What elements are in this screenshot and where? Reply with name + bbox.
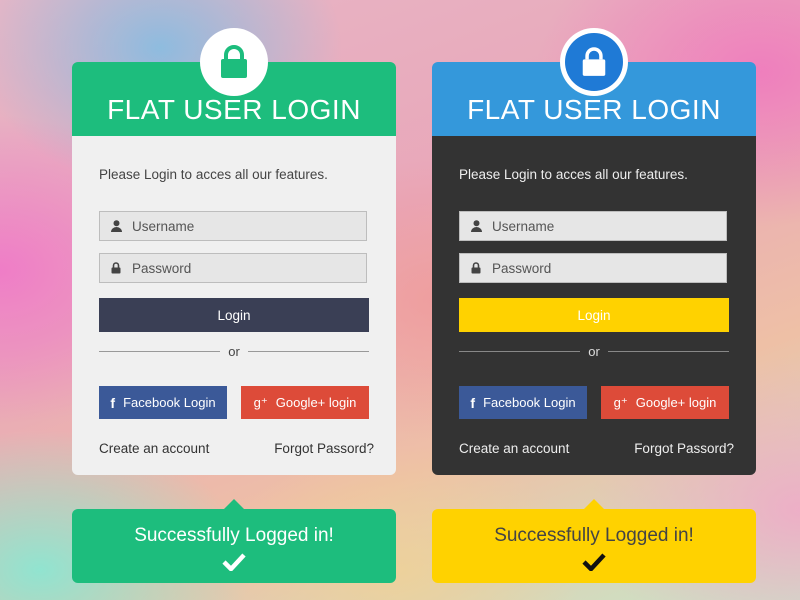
forgot-password-link[interactable]: Forgot Passord? [274,441,374,456]
google-login-button[interactable]: g⁺ Google+ login [601,386,729,419]
facebook-label: Facebook Login [123,395,216,410]
success-toast-green: Successfully Logged in! [72,499,396,583]
or-divider: or [459,343,729,359]
login-button[interactable]: Login [99,298,369,332]
card-body: Please Login to acces all our features. … [72,136,396,475]
password-input[interactable] [132,260,352,276]
or-divider: or [99,343,369,359]
facebook-icon: f [470,394,476,411]
facebook-icon: f [110,394,116,411]
create-account-link[interactable]: Create an account [459,441,569,456]
password-input[interactable] [492,260,712,276]
login-button[interactable]: Login [459,298,729,332]
or-label: or [228,343,240,359]
divider-line [99,350,221,352]
card-header: FLAT USER LOGIN [432,28,756,136]
toast-message: Successfully Logged in! [134,525,334,546]
intro-text: Please Login to acces all our features. [99,167,328,182]
lock-badge [200,28,268,96]
create-account-link[interactable]: Create an account [99,441,209,456]
password-field[interactable] [99,253,367,283]
google-label: Google+ login [635,395,717,410]
forgot-password-link[interactable]: Forgot Passord? [634,441,734,456]
card-title: FLAT USER LOGIN [467,94,721,125]
check-icon [222,553,246,571]
username-input[interactable] [492,218,712,234]
divider-line [607,350,729,352]
lock-icon [582,47,606,76]
lock-badge-inner [565,33,623,91]
user-icon [460,220,492,232]
intro-text: Please Login to acces all our features. [459,167,688,182]
facebook-login-button[interactable]: f Facebook Login [99,386,227,419]
lock-icon [221,45,247,78]
card-title: FLAT USER LOGIN [107,94,361,125]
divider-line [247,350,369,352]
card-body: Please Login to acces all our features. … [432,136,756,475]
facebook-label: Facebook Login [483,395,576,410]
google-plus-icon: g⁺ [253,394,268,410]
card-header: FLAT USER LOGIN [72,28,396,136]
lock-small-icon [460,262,492,274]
toast-message: Successfully Logged in! [494,525,694,546]
success-toast-yellow: Successfully Logged in! [432,499,756,583]
password-field[interactable] [459,253,727,283]
check-icon [582,553,606,571]
footer-links: Create an account Forgot Passord? [459,441,734,456]
toast-arrow [224,499,244,509]
or-label: or [588,343,600,359]
google-login-button[interactable]: g⁺ Google+ login [241,386,369,419]
login-card-dark: FLAT USER LOGIN Please Login to acces al… [432,28,756,475]
username-field[interactable] [459,211,727,241]
lock-badge [560,28,628,96]
footer-links: Create an account Forgot Passord? [99,441,374,456]
username-input[interactable] [132,218,352,234]
google-label: Google+ login [275,395,357,410]
login-card-light: FLAT USER LOGIN Please Login to acces al… [72,28,396,475]
divider-line [459,350,581,352]
user-icon [100,220,132,232]
lock-small-icon [100,262,132,274]
facebook-login-button[interactable]: f Facebook Login [459,386,587,419]
username-field[interactable] [99,211,367,241]
toast-arrow [584,499,604,509]
google-plus-icon: g⁺ [613,394,628,410]
